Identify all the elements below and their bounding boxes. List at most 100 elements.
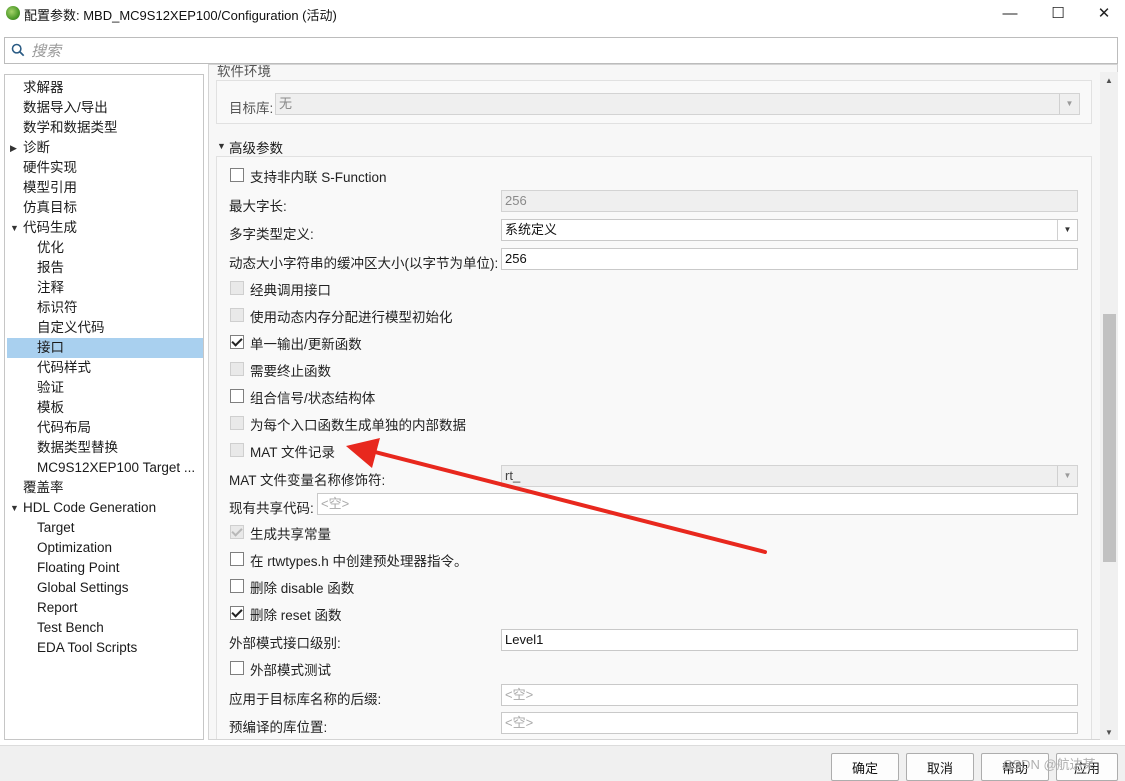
sidebar-item-code-style[interactable]: 代码样式 — [7, 358, 203, 378]
checkbox-mat-logging — [230, 443, 244, 457]
dyn-buffer-input[interactable]: 256 — [501, 248, 1078, 270]
sidebar-item-label: 求解器 — [23, 80, 64, 95]
advanced-params-heading[interactable]: 高级参数 — [229, 137, 283, 157]
advanced-params-group — [216, 156, 1092, 739]
sidebar-item-label: Floating Point — [37, 560, 120, 575]
sidebar-item-label: 接口 — [37, 340, 64, 355]
sidebar-item-optimization[interactable]: 优化 — [7, 238, 203, 258]
minimize-button[interactable]: — — [987, 0, 1033, 26]
sidebar-item-data-import-export[interactable]: 数据导入/导出 — [5, 98, 201, 118]
max-id-length-field: 256 — [501, 190, 1078, 212]
checkbox-per-entry-data — [230, 416, 244, 430]
checkbox-remove-reset[interactable] — [230, 606, 244, 620]
label-max-id-length: 最大字长: — [229, 199, 287, 214]
sidebar-item-sim-target[interactable]: 仿真目标 — [5, 198, 201, 218]
sidebar-item-report[interactable]: 报告 — [7, 258, 203, 278]
sidebar-item-verification[interactable]: 验证 — [7, 378, 203, 398]
sidebar-item-hdl-report[interactable]: Report — [7, 598, 203, 618]
sidebar-item-hdl-floating-point[interactable]: Floating Point — [7, 558, 203, 578]
chevron-down-icon: ▼ — [1057, 466, 1077, 486]
label-remove-reset: 删除 reset 函数 — [250, 608, 342, 623]
search-icon — [11, 43, 25, 57]
sidebar-item-hdl-code-gen[interactable]: ▼ HDL Code Generation — [5, 498, 201, 518]
label-single-output: 单一输出/更新函数 — [250, 337, 362, 352]
sidebar-item-hdl-optimization[interactable]: Optimization — [7, 538, 203, 558]
sidebar-item-code-gen[interactable]: ▼ 代码生成 — [5, 218, 201, 238]
sidebar-item-templates[interactable]: 模板 — [7, 398, 203, 418]
sidebar-item-hdl-eda-tool-scripts[interactable]: EDA Tool Scripts — [7, 638, 203, 658]
sidebar-item-identifiers[interactable]: 标识符 — [7, 298, 203, 318]
label-multiword-def: 多字类型定义: — [229, 227, 314, 242]
label-rtwtypes: 在 rtwtypes.h 中创建预处理器指令。 — [250, 554, 468, 569]
sidebar-item-label: 覆盖率 — [23, 480, 64, 495]
category-tree: 求解器数据导入/导出 数学和数据类型 ▶ 诊断硬件实现模型引用仿真目标 ▼ 代码生成优化报… — [4, 74, 204, 740]
sidebar-item-mc9s12-target[interactable]: MC9S12XEP100 Target ... — [7, 458, 203, 478]
sidebar-item-label: 模型引用 — [23, 180, 77, 195]
label-dyn-buffer: 动态大小字符串的缓冲区大小(以字节为单位): — [229, 256, 499, 271]
sidebar-item-data-type-replacement[interactable]: 数据类型替换 — [7, 438, 203, 458]
checkbox-sfunction[interactable] — [230, 168, 244, 182]
label-shared-constants: 生成共享常量 — [250, 527, 331, 542]
matlab-app-icon — [6, 6, 20, 20]
maximize-button[interactable]: ☐ — [1035, 0, 1081, 26]
sidebar-item-label: 仿真目标 — [23, 200, 77, 215]
settings-panel: 软件环境 目标库: 无 ▼ ▼ 高级参数 支持非内联 S-Function 最大… — [208, 64, 1118, 740]
chevron-right-icon[interactable]: ▶ — [10, 138, 17, 158]
multiword-def-select[interactable]: 系统定义 ▼ — [501, 219, 1078, 241]
checkbox-combine-signals[interactable] — [230, 389, 244, 403]
scroll-up-icon[interactable]: ▲ — [1100, 72, 1118, 88]
ext-mode-level-input[interactable]: Level1 — [501, 629, 1078, 651]
sidebar-item-hdl-target[interactable]: Target — [7, 518, 203, 538]
sidebar-item-code-placement[interactable]: 代码布局 — [7, 418, 203, 438]
close-button[interactable]: ✕ — [1081, 0, 1125, 26]
checkbox-terminate-function — [230, 362, 244, 376]
button-bar: 确定 取消 帮助 应用 — [0, 745, 1125, 781]
search-input[interactable] — [31, 41, 1111, 61]
cancel-button[interactable]: 取消 — [906, 753, 974, 781]
target-lib-select: 无 ▼ — [275, 93, 1080, 115]
sidebar-item-hdl-global-settings[interactable]: Global Settings — [7, 578, 203, 598]
label-remove-disable: 删除 disable 函数 — [250, 581, 355, 596]
sidebar-item-label: 优化 — [37, 240, 64, 255]
label-precompiled-lib: 预编译的库位置: — [229, 720, 328, 735]
shared-code-input[interactable]: <空> — [317, 493, 1078, 515]
ok-button[interactable]: 确定 — [831, 753, 899, 781]
scroll-down-icon[interactable]: ▼ — [1100, 724, 1118, 740]
search-bar — [4, 37, 1118, 64]
sidebar-item-label: 硬件实现 — [23, 160, 77, 175]
sidebar-item-label: Optimization — [37, 540, 113, 555]
checkbox-remove-disable[interactable] — [230, 579, 244, 593]
sidebar-item-label: 模板 — [37, 400, 64, 415]
sidebar-item-label: 诊断 — [23, 140, 50, 155]
sidebar-item-solver[interactable]: 求解器 — [5, 78, 201, 98]
scroll-thumb[interactable] — [1103, 314, 1116, 562]
chevron-down-icon[interactable]: ▼ — [1057, 220, 1077, 240]
sidebar-item-diagnostics[interactable]: ▶ 诊断 — [5, 138, 201, 158]
sidebar-item-label: 自定义代码 — [37, 320, 105, 335]
label-dyn-mem-init: 使用动态内存分配进行模型初始化 — [250, 310, 453, 325]
lib-suffix-input[interactable]: <空> — [501, 684, 1078, 706]
vertical-scrollbar[interactable]: ▲ ▼ — [1100, 72, 1118, 740]
sidebar-item-coverage[interactable]: 覆盖率 — [5, 478, 201, 498]
checkbox-single-output[interactable] — [230, 335, 244, 349]
sidebar-item-label: 数据类型替换 — [37, 440, 118, 455]
sidebar-item-custom-code[interactable]: 自定义代码 — [7, 318, 203, 338]
checkbox-ext-mode-test[interactable] — [230, 661, 244, 675]
watermark-text: CSDN @航达某 — [1003, 757, 1096, 772]
sidebar-item-interface[interactable]: 接口 — [7, 338, 203, 358]
checkbox-dyn-mem-init — [230, 308, 244, 322]
sidebar-item-hardware-impl[interactable]: 硬件实现 — [5, 158, 201, 178]
sidebar-item-math-data-types[interactable]: 数学和数据类型 — [5, 118, 201, 138]
precompiled-lib-input[interactable]: <空> — [501, 712, 1078, 734]
chevron-down-icon[interactable]: ▼ — [10, 218, 19, 238]
sidebar-item-comments[interactable]: 注释 — [7, 278, 203, 298]
checkbox-rtwtypes[interactable] — [230, 552, 244, 566]
chevron-down-icon[interactable]: ▼ — [10, 498, 19, 518]
sidebar-item-label: 注释 — [37, 280, 64, 295]
sidebar-item-hdl-test-bench[interactable]: Test Bench — [7, 618, 203, 638]
sidebar-item-label: Target — [37, 520, 75, 535]
sidebar-item-model-ref[interactable]: 模型引用 — [5, 178, 201, 198]
label-lib-suffix: 应用于目标库名称的后缀: — [229, 692, 382, 707]
chevron-down-icon[interactable]: ▼ — [217, 141, 226, 151]
checkbox-classic-interface — [230, 281, 244, 295]
